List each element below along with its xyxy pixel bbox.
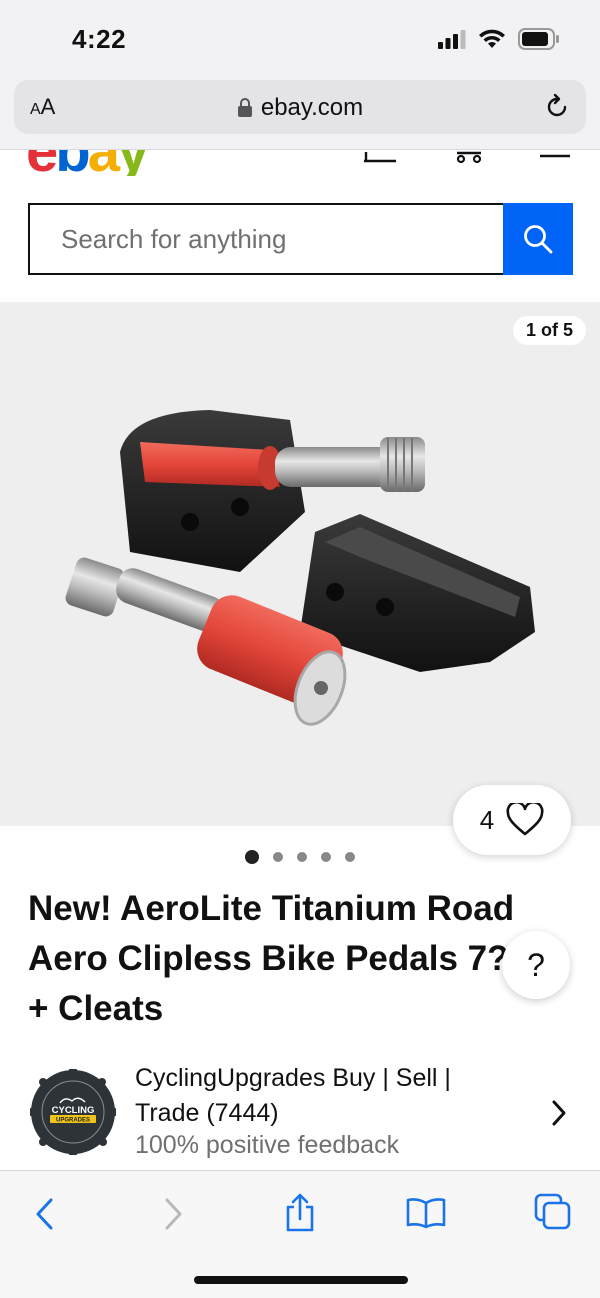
svg-text:UPGRADES: UPGRADES [56,1118,90,1124]
help-label: ? [527,946,545,983]
account-icon[interactable] [362,150,398,164]
home-indicator[interactable] [194,1276,408,1284]
tabs-icon[interactable] [534,1193,572,1231]
site-header: ebay [0,150,600,176]
search-input[interactable] [28,203,503,275]
browser-address-area: AA ebay.com [0,78,600,150]
battery-icon [518,28,559,50]
product-photo[interactable] [60,392,550,762]
status-bar: 4:22 [0,0,600,78]
image-counter: 1 of 5 [512,316,586,345]
reload-icon[interactable] [542,92,572,122]
cart-icon[interactable] [453,150,485,164]
address-bar[interactable]: AA ebay.com [14,80,586,134]
search-button[interactable] [503,203,573,275]
watch-count: 4 [479,804,495,835]
listing-title: New! AeroLite Titanium Road Aero Cliples… [28,889,515,1028]
gallery-dot[interactable] [273,852,283,862]
seller-info[interactable]: CYCLING UPGRADES CyclingUpgrades Buy | S… [0,1055,600,1170]
gallery-dot[interactable] [321,852,331,862]
seller-name[interactable]: CyclingUpgrades Buy | Sell | Trade (7444… [135,1061,515,1131]
wifi-icon [479,29,505,48]
ebay-logo[interactable]: ebay [26,150,149,176]
bookmarks-icon[interactable] [406,1197,446,1229]
lock-icon [237,98,252,117]
search-bar [28,203,573,275]
seller-logo-text: CYCLING [52,1105,95,1116]
forward-icon[interactable] [162,1197,184,1231]
help-button[interactable]: ? [502,931,570,999]
back-icon[interactable] [34,1197,56,1231]
gallery-dot[interactable] [297,852,307,862]
gallery-dot[interactable] [245,850,259,864]
search-icon [524,225,553,254]
seller-avatar: CYCLING UPGRADES [30,1069,116,1155]
url-text: ebay.com [260,94,364,121]
gallery-pagination [245,850,355,864]
seller-feedback: 100% positive feedback [135,1131,400,1159]
product-image-gallery[interactable]: 1 of 5 [0,302,600,826]
menu-icon[interactable] [538,150,572,164]
gallery-dot[interactable] [345,852,355,862]
cellular-signal-icon [438,30,466,49]
watch-button[interactable]: 4 [453,785,571,855]
status-icons [438,28,560,50]
status-time: 4:22 [72,24,127,54]
chevron-right-icon[interactable] [550,1099,568,1127]
share-icon[interactable] [284,1193,316,1233]
url-display[interactable]: ebay.com [14,94,586,122]
heart-icon [506,803,544,836]
